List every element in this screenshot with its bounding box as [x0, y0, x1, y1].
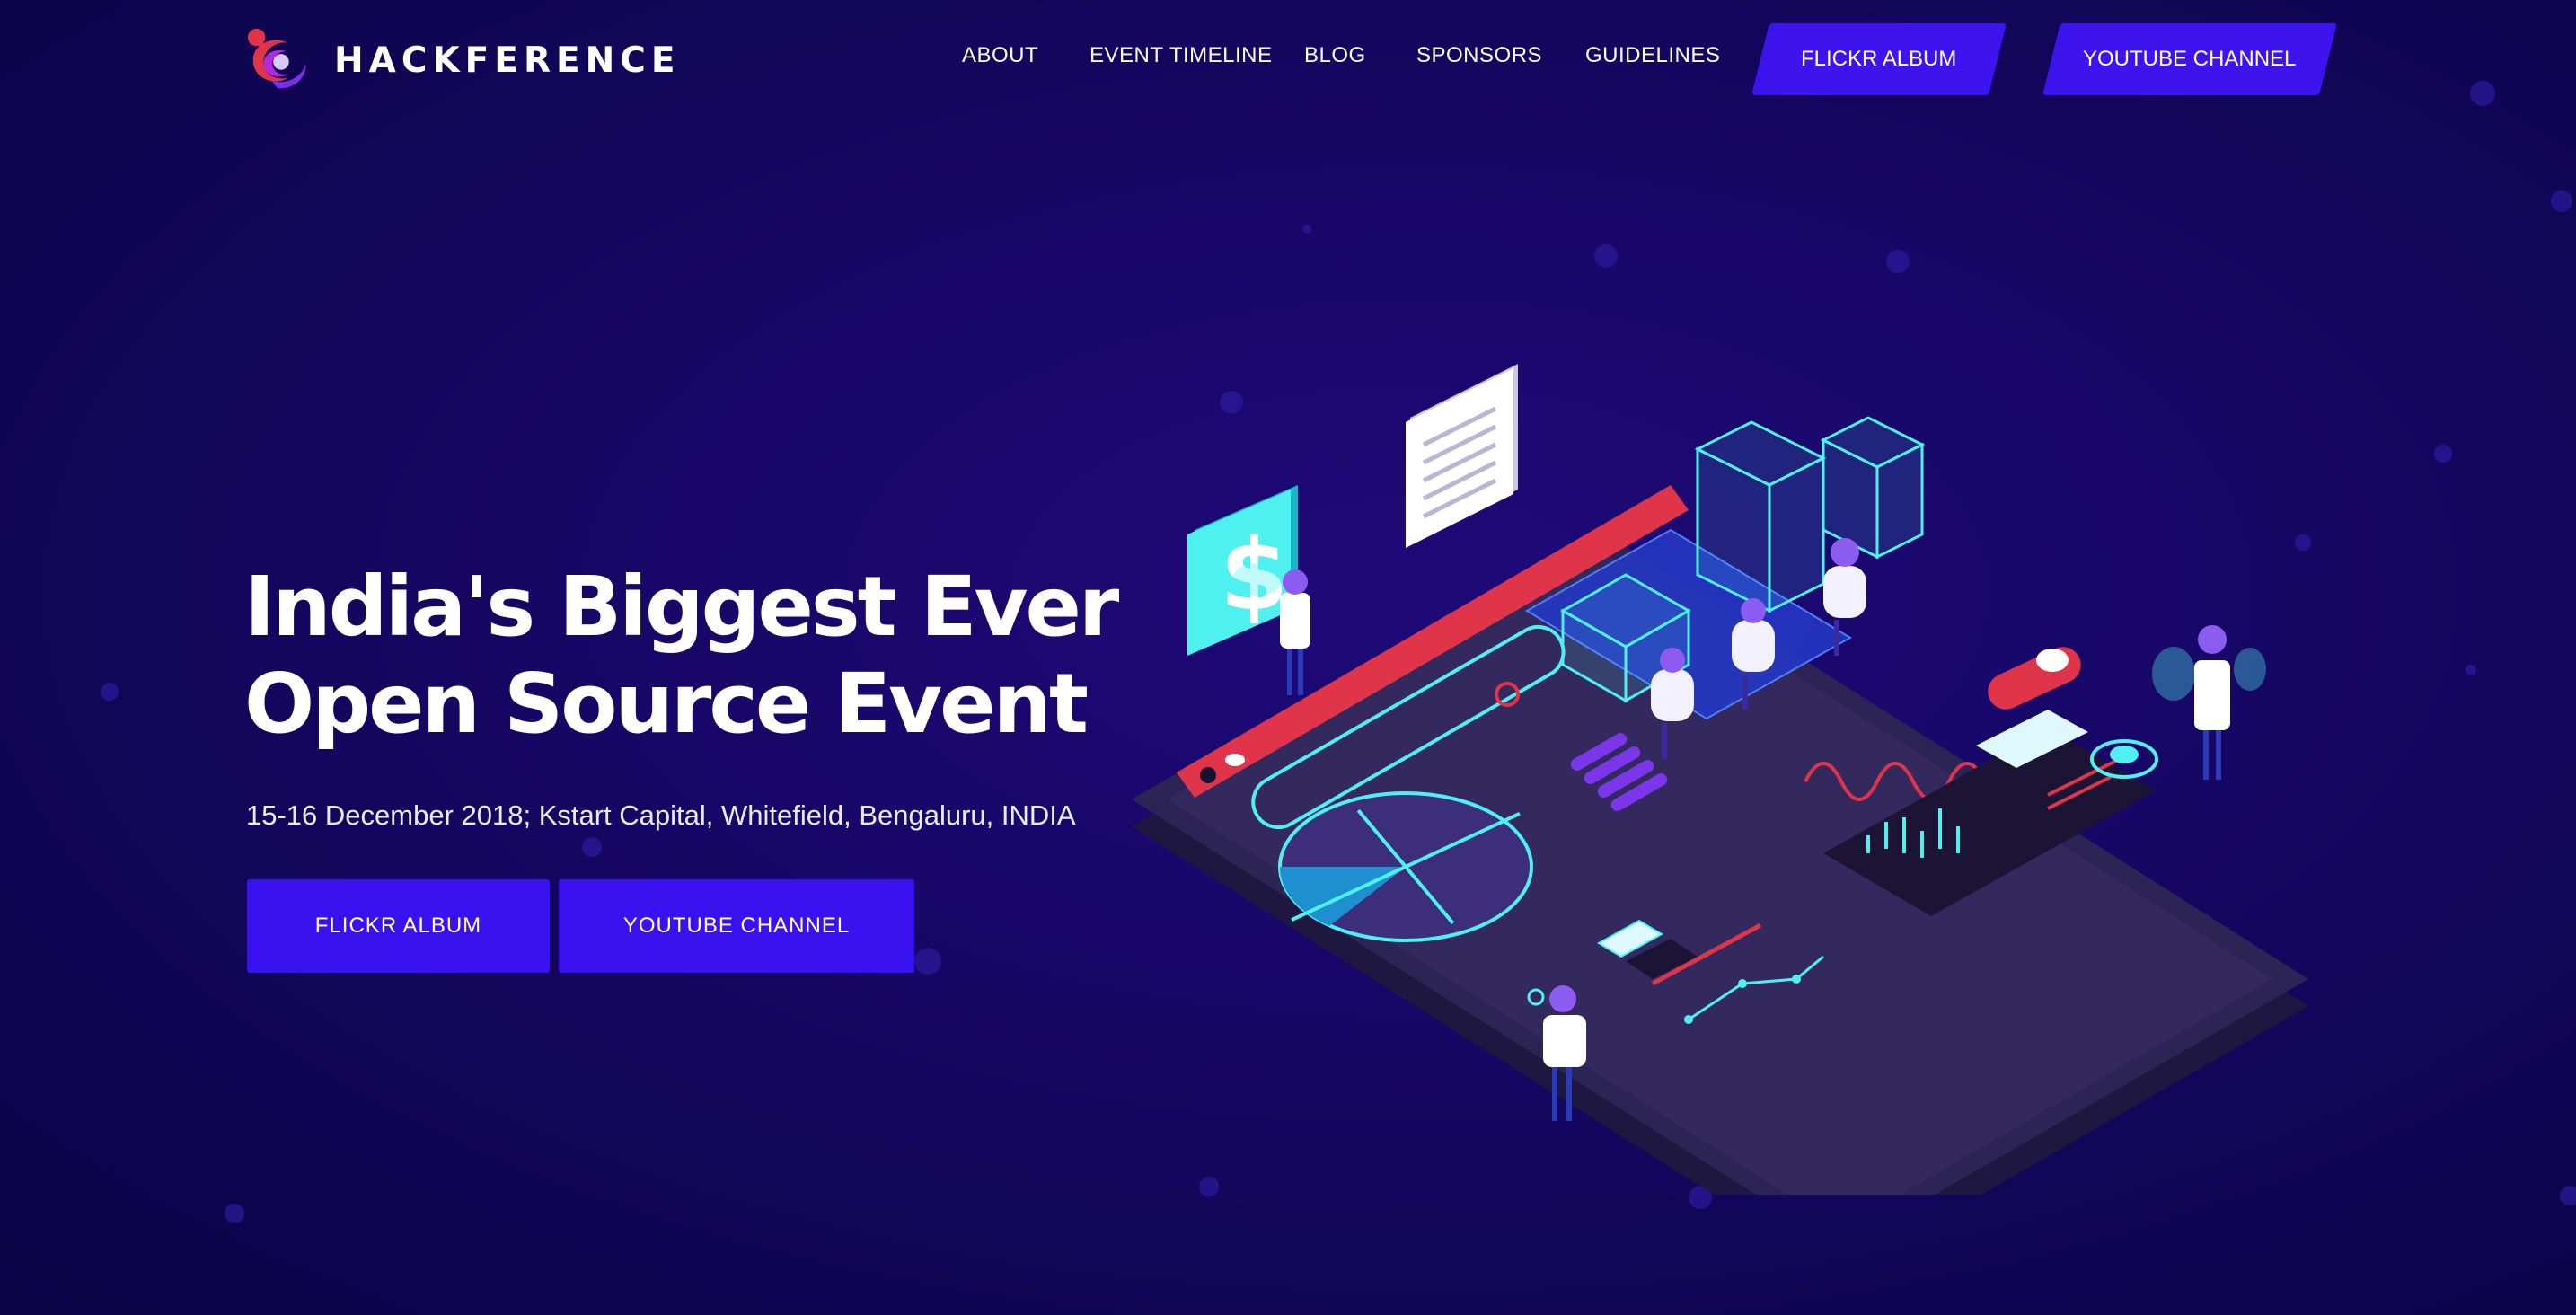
flickr-album-label: FLICKR ALBUM	[314, 913, 482, 938]
background-dot	[2560, 1186, 2576, 1205]
toolbar-dot-dark	[1200, 767, 1216, 783]
brand-name: HACKFERENCE	[334, 40, 681, 81]
toggle-switch-graphic	[1988, 647, 2081, 710]
background-dot	[914, 948, 941, 975]
hero-title-line-1: India's Biggest Ever	[244, 559, 1119, 655]
nav-link-blog[interactable]: BLOG	[1304, 43, 1366, 68]
document-card	[1406, 364, 1518, 548]
youtube-channel-button[interactable]: YOUTUBE CHANNEL	[559, 879, 914, 973]
background-dot	[1594, 244, 1618, 268]
background-dot	[225, 1204, 244, 1223]
nav-youtube-channel-button[interactable]: YOUTUBE CHANNEL	[2042, 23, 2337, 95]
background-dot	[2551, 190, 2572, 212]
isometric-tech-illustration: $	[1132, 364, 2308, 1195]
standing-person-right	[2152, 625, 2266, 780]
nav-link-event-timeline[interactable]: EVENT TIMELINE	[1090, 43, 1273, 68]
top-navbar: HACKFERENCE ABOUT EVENT TIMELINE BLOG SP…	[0, 0, 2576, 117]
hero-title-line-2: Open Source Event	[244, 656, 1089, 752]
hero-title: India's Biggest Ever Open Source Event	[244, 559, 1142, 753]
nav-flickr-album-button[interactable]: FLICKR ALBUM	[1751, 23, 2007, 95]
event-date-location: 15-16 December 2018; Kstart Capital, Whi…	[246, 799, 1076, 831]
nav-link-about[interactable]: ABOUT	[962, 43, 1038, 68]
background-dot	[2466, 665, 2476, 675]
background-dot	[1886, 250, 1910, 273]
nav-link-guidelines[interactable]: GUIDELINES	[1585, 43, 1720, 68]
nav-link-sponsors[interactable]: SPONSORS	[1416, 43, 1542, 68]
background-dot	[101, 683, 119, 701]
nav-flickr-album-label: FLICKR ALBUM	[1801, 47, 1957, 71]
background-dot	[2434, 445, 2452, 463]
toolbar-dot-light	[1225, 754, 1245, 766]
landing-page: HACKFERENCE ABOUT EVENT TIMELINE BLOG SP…	[0, 0, 2576, 1315]
background-dot	[1302, 225, 1311, 234]
background-dot	[582, 837, 602, 857]
youtube-channel-label: YOUTUBE CHANNEL	[622, 913, 851, 938]
pie-chart-graphic	[1278, 791, 1533, 942]
hackference-logo-icon	[247, 28, 306, 89]
flickr-album-button[interactable]: FLICKR ALBUM	[247, 879, 550, 973]
nav-youtube-channel-label: YOUTUBE CHANNEL	[2083, 47, 2297, 71]
brand-logo[interactable]: HACKFERENCE	[244, 25, 681, 95]
